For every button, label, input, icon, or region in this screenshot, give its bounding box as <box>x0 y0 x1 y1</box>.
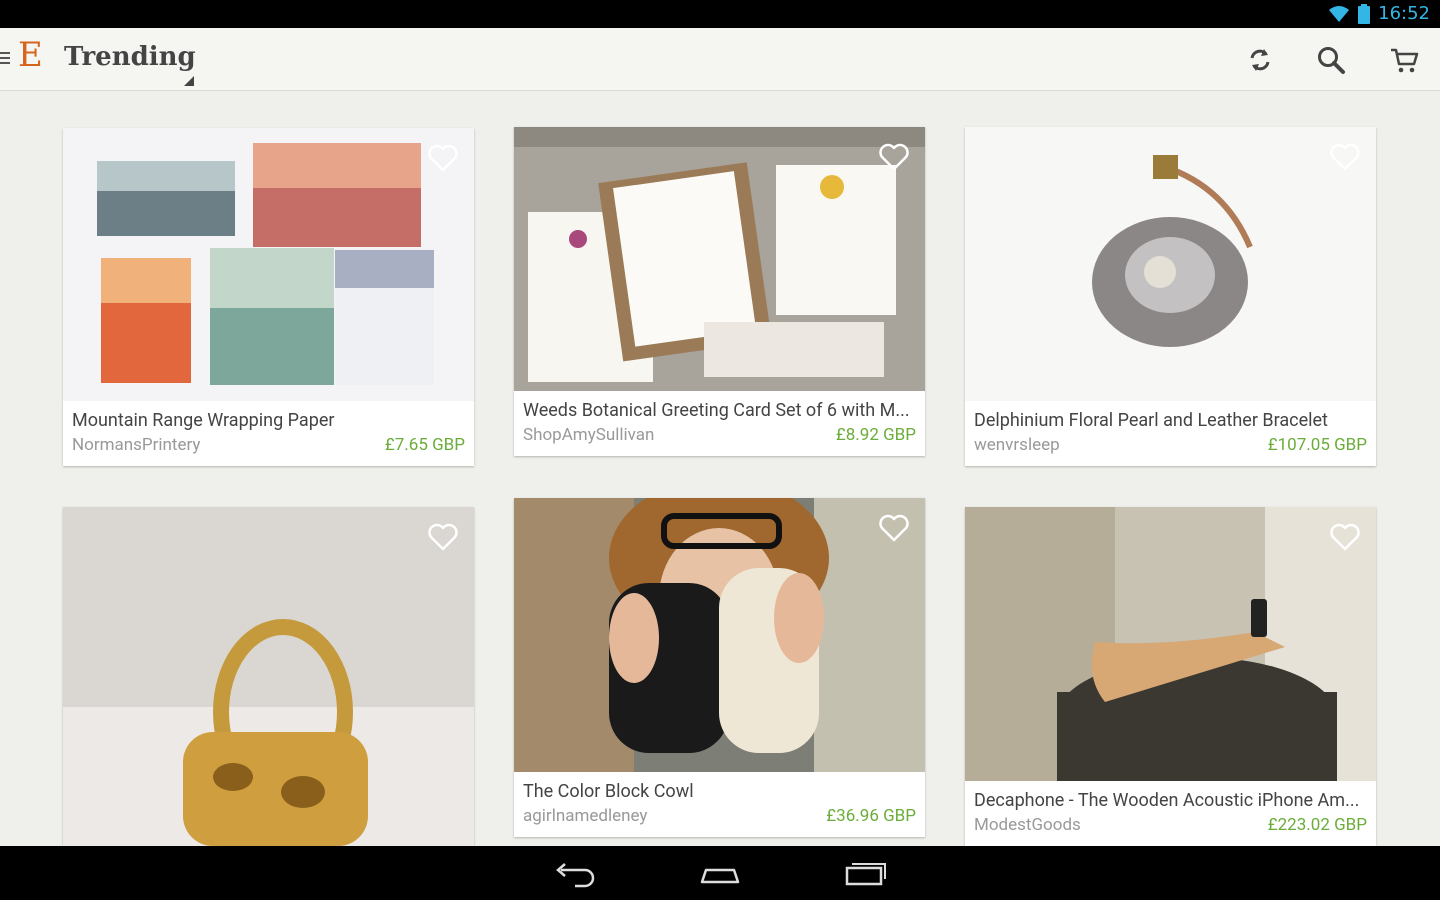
drawer-icon[interactable] <box>0 52 12 66</box>
listing-image[interactable] <box>63 507 474 846</box>
favorite-heart-icon[interactable] <box>1330 523 1360 551</box>
back-icon[interactable] <box>555 858 599 888</box>
search-icon[interactable] <box>1313 42 1349 78</box>
action-bar: E Trending <box>0 28 1440 91</box>
favorite-heart-icon[interactable] <box>428 523 458 551</box>
status-bar: 16:52 <box>0 0 1440 28</box>
listing-title: Weeds Botanical Greeting Card Set of 6 w… <box>523 400 910 421</box>
listing-image[interactable] <box>965 507 1376 781</box>
refresh-icon[interactable] <box>1242 42 1278 78</box>
listing-image[interactable] <box>514 498 925 772</box>
shop-name: wenvrsleep <box>974 435 1060 455</box>
listing-image[interactable] <box>63 128 474 401</box>
price: £7.65 GBP <box>384 435 465 455</box>
listing-title: Decaphone - The Wooden Acoustic iPhone A… <box>974 790 1360 811</box>
price: £8.92 GBP <box>835 425 916 445</box>
dropdown-indicator-icon[interactable] <box>184 76 194 86</box>
listing-title: Mountain Range Wrapping Paper <box>72 410 335 431</box>
clock: 16:52 <box>1378 3 1430 24</box>
price: £36.96 GBP <box>826 806 916 826</box>
shop-name: ModestGoods <box>974 815 1081 835</box>
listing-card[interactable]: Decaphone - The Wooden Acoustic iPhone A… <box>965 507 1376 846</box>
listing-title: Delphinium Floral Pearl and Leather Brac… <box>974 410 1328 431</box>
listing-image[interactable] <box>965 127 1376 401</box>
wifi-icon <box>1329 5 1350 22</box>
page-title[interactable]: Trending <box>64 42 196 72</box>
favorite-heart-icon[interactable] <box>879 514 909 542</box>
favorite-heart-icon[interactable] <box>879 143 909 171</box>
etsy-logo[interactable]: E <box>18 38 43 72</box>
listing-card[interactable]: Weeds Botanical Greeting Card Set of 6 w… <box>514 127 925 456</box>
listing-card[interactable]: Delphinium Floral Pearl and Leather Brac… <box>965 127 1376 466</box>
shop-name: agirlnamedleney <box>523 806 648 826</box>
listing-grid: Mountain Range Wrapping Paper NormansPri… <box>0 91 1440 846</box>
recent-apps-icon[interactable] <box>843 858 887 888</box>
home-icon[interactable] <box>698 858 742 888</box>
favorite-heart-icon[interactable] <box>428 144 458 172</box>
shop-name: ShopAmySullivan <box>523 425 655 445</box>
cart-icon[interactable] <box>1386 42 1422 78</box>
listing-card[interactable] <box>63 507 474 846</box>
listing-card[interactable]: The Color Block Cowl agirlnamedleney £36… <box>514 498 925 837</box>
listing-title: The Color Block Cowl <box>523 781 694 802</box>
shop-name: NormansPrintery <box>72 435 201 455</box>
battery-icon <box>1358 3 1371 24</box>
system-nav-bar <box>0 846 1440 900</box>
favorite-heart-icon[interactable] <box>1330 143 1360 171</box>
listing-image[interactable] <box>514 127 925 391</box>
price: £107.05 GBP <box>1267 435 1367 455</box>
price: £223.02 GBP <box>1267 815 1367 835</box>
listing-card[interactable]: Mountain Range Wrapping Paper NormansPri… <box>63 128 474 466</box>
